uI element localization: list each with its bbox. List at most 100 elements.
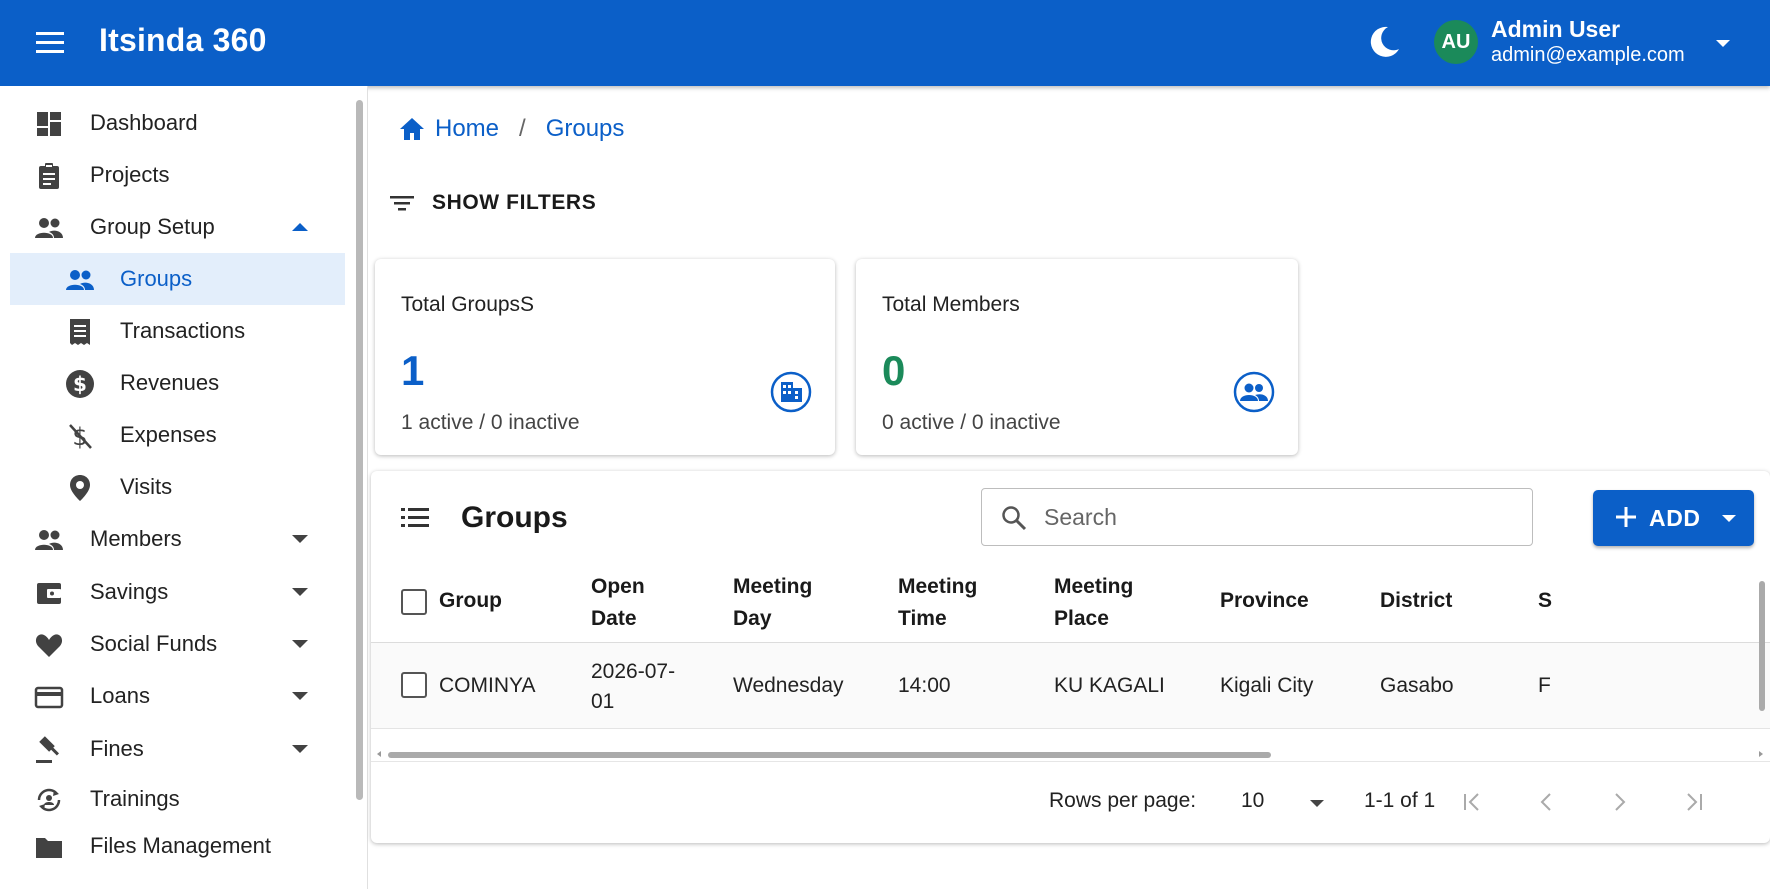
rows-per-page-select[interactable]: 10 [1241,789,1264,813]
table-row[interactable]: COMINYA 2026-07- 01 Wednesday 14:00 KU KA… [371,643,1770,729]
next-page-icon[interactable] [1604,786,1636,818]
training-cycle-icon [34,785,64,815]
heart-icon [34,630,64,660]
sidebar-item-label: Dashboard [90,110,198,135]
breadcrumb-separator: / [519,115,526,142]
chevron-down-icon [288,580,312,604]
chevron-down-icon [288,737,312,761]
card-title: Total Members [882,293,1020,316]
sidebar-item-label: Revenues [120,370,220,395]
chevron-down-icon [288,684,312,708]
sidebar-scrollbar[interactable] [356,100,363,800]
sidebar-item-dashboard[interactable]: Dashboard [10,97,345,149]
cell-meeting-place: KU KAGALI [1054,674,1165,697]
column-header-district[interactable]: District [1380,585,1452,617]
card-title: Total GroupsS [401,293,535,316]
cell-s: F [1538,674,1551,697]
dollar-circle-icon: $ [65,369,95,399]
cell-district: Gasabo [1380,674,1454,697]
column-header-group[interactable]: Group [439,585,502,617]
chevron-down-icon[interactable] [1717,506,1741,530]
column-header-open-date[interactable]: Open Date [591,571,645,635]
avatar[interactable]: AU [1434,20,1478,64]
first-page-icon[interactable] [1456,786,1488,818]
group-circle-icon [1231,369,1277,415]
sidebar-item-trainings[interactable]: Trainings [10,773,345,825]
sidebar-item-savings[interactable]: Savings [10,566,345,618]
hamburger-menu-icon[interactable] [30,25,70,61]
filter-icon [388,189,416,217]
cell-meeting-time: 14:00 [898,674,951,697]
sidebar-item-transactions[interactable]: Transactions [10,305,345,357]
show-filters-button[interactable]: SHOW FILTERS [388,186,596,220]
table-title: Groups [461,501,568,534]
add-button[interactable]: ADD [1593,490,1754,546]
app-title: Itsinda 360 [99,22,267,58]
card-value: 0 [882,347,906,394]
groups-table-panel: Groups ADD Group OpenDate MeetingDay Mee… [371,471,1770,843]
chevron-down-icon [288,632,312,656]
user-name[interactable]: Admin User [1491,16,1620,43]
sidebar: Dashboard Projects Group Setup Groups Tr… [0,86,368,889]
search-field[interactable] [981,488,1533,546]
previous-page-icon[interactable] [1530,786,1562,818]
column-header-s[interactable]: S [1538,585,1552,617]
sidebar-item-label: Expenses [120,422,217,447]
sidebar-item-visits[interactable]: Visits [10,461,345,513]
sidebar-item-label: Visits [120,474,173,499]
sidebar-item-revenues[interactable]: $ Revenues [10,357,345,409]
sidebar-item-groups[interactable]: Groups [10,253,345,305]
people-icon [34,525,64,555]
breadcrumb-home-link[interactable]: Home [435,115,499,143]
column-header-meeting-place[interactable]: Meeting Place [1054,571,1133,635]
sidebar-item-expenses[interactable]: $ Expenses [10,409,345,461]
sidebar-item-label: Files Management [90,833,271,858]
cell-group: COMINYA [439,674,536,697]
column-header-province[interactable]: Province [1220,585,1309,617]
show-filters-label: SHOW FILTERS [432,191,597,214]
pagination-range: 1-1 of 1 [1364,789,1436,812]
clipboard-icon [34,161,64,191]
sidebar-item-label: Group Setup [90,214,215,239]
user-menu-chevron-down-icon[interactable] [1706,26,1740,60]
home-icon[interactable] [398,115,426,143]
wallet-icon [34,578,64,608]
sidebar-item-label: Loans [90,683,150,708]
chevron-up-icon [288,215,312,239]
moon-icon[interactable] [1364,22,1404,62]
search-input[interactable] [1042,499,1512,535]
column-header-meeting-time[interactable]: Meeting Time [898,571,977,635]
search-icon [1000,504,1028,532]
sidebar-item-loans[interactable]: Loans [10,670,345,722]
sidebar-item-label: Groups [120,266,193,291]
cell-meeting-day: Wednesday [733,674,844,697]
sidebar-item-label: Transactions [120,318,246,343]
row-checkbox[interactable] [401,672,427,698]
svg-text:$: $ [73,372,87,396]
card-subtitle: 0 active / 0 inactive [882,411,1061,434]
sidebar-item-members[interactable]: Members [10,513,345,565]
building-icon [768,369,814,415]
location-pin-icon [65,473,95,503]
sidebar-item-label: Fines [90,736,144,761]
add-button-label: ADD [1649,505,1701,531]
total-groups-card: Total GroupsS 1 1 active / 0 inactive [375,259,835,455]
sidebar-item-label: Trainings [90,786,180,811]
pagination: Rows per page: 10 1-1 of 1 [371,761,1770,843]
vertical-scrollbar-thumb[interactable] [1759,581,1765,711]
total-members-card: Total Members 0 0 active / 0 inactive [856,259,1298,455]
column-header-meeting-day[interactable]: Meeting Day [733,571,812,635]
gavel-icon [34,735,64,765]
sidebar-item-social-funds[interactable]: Social Funds [10,618,345,670]
sidebar-item-group-setup[interactable]: Group Setup [10,201,345,253]
sidebar-item-projects[interactable]: Projects [10,149,345,201]
horizontal-scrollbar-thumb[interactable] [388,752,1271,758]
select-all-checkbox[interactable] [401,589,427,615]
app-bar: Itsinda 360 AU Admin User admin@example.… [0,0,1770,86]
sidebar-item-fines[interactable]: Fines [10,723,345,775]
list-icon [398,501,432,535]
last-page-icon[interactable] [1678,786,1710,818]
breadcrumb-current-link[interactable]: Groups [546,115,625,143]
sidebar-item-files-management[interactable]: Files Management [10,820,345,872]
chevron-down-icon[interactable] [1304,790,1330,816]
